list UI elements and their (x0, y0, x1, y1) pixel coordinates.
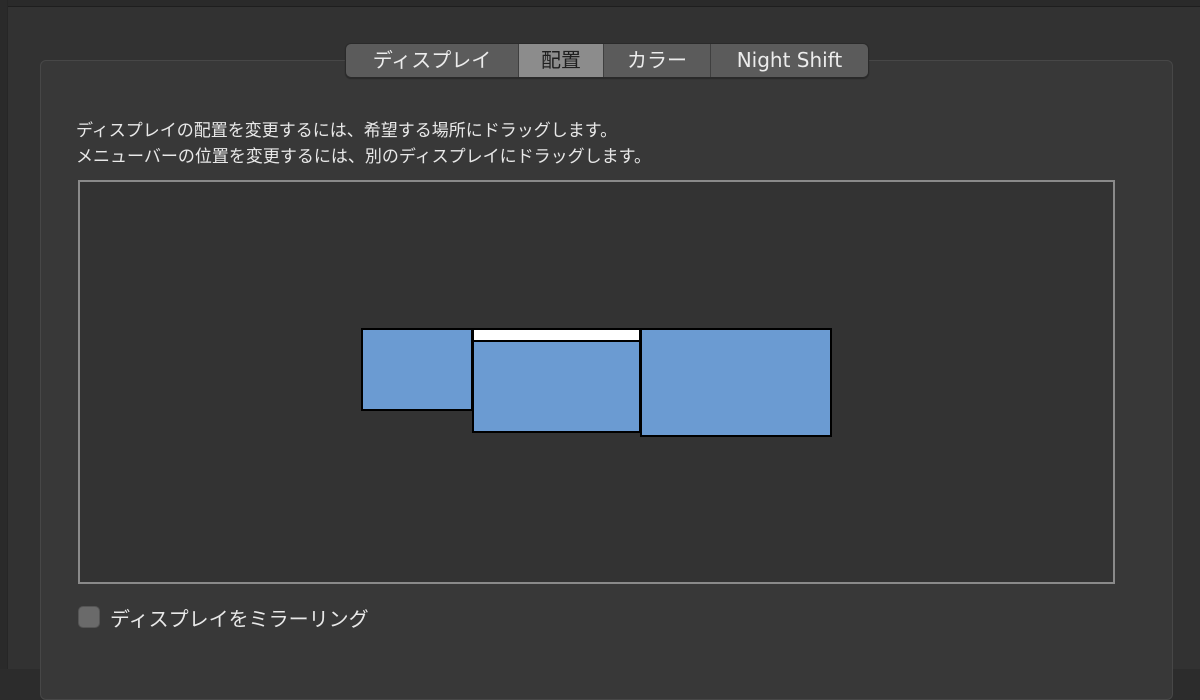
main-display[interactable] (472, 328, 641, 433)
menu-bar-indicator[interactable] (474, 330, 639, 342)
mirror-displays-option[interactable]: ディスプレイをミラーリング (78, 603, 369, 632)
arrangement-instructions: ディスプレイの配置を変更するには、希望する場所にドラッグします。 メニューバーの… (76, 118, 651, 170)
instruction-line-2: メニューバーの位置を変更するには、別のディスプレイにドラッグします。 (76, 147, 651, 167)
display-arrangement-area (78, 180, 1115, 584)
tab-color[interactable]: カラー (604, 44, 711, 77)
mirror-displays-label[interactable]: ディスプレイをミラーリング (110, 603, 369, 632)
toolbar-edge (0, 0, 1200, 7)
instruction-line-1: ディスプレイの配置を変更するには、希望する場所にドラッグします。 (76, 121, 618, 141)
window-edge (0, 0, 8, 669)
tab-display[interactable]: ディスプレイ (346, 44, 519, 77)
display-preferences-window: ディスプレイ 配置 カラー Night Shift ディスプレイの配置を変更する… (0, 0, 1200, 700)
left-display[interactable] (361, 328, 473, 411)
tab-night-shift[interactable]: Night Shift (711, 44, 868, 77)
tab-arrangement[interactable]: 配置 (519, 44, 604, 77)
tab-bar: ディスプレイ 配置 カラー Night Shift (345, 43, 869, 78)
mirror-displays-checkbox[interactable] (78, 606, 100, 628)
right-display[interactable] (640, 328, 832, 437)
